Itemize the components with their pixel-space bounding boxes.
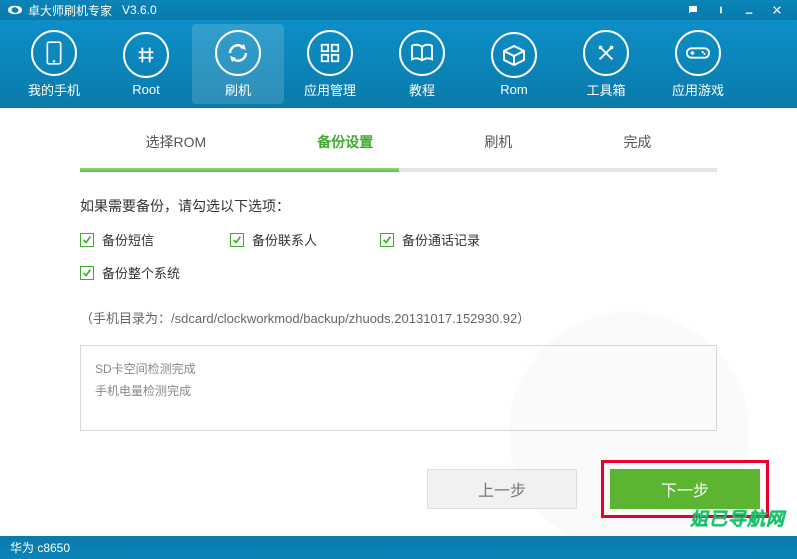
checkbox-backup-system[interactable]: 备份整个系统	[80, 263, 717, 282]
wizard-steps: 选择ROM 备份设置 刷机 完成	[60, 126, 737, 158]
main-toolbar: 我的手机 Root 刷机 应用管理 教程 Rom 工具箱 应用游戏	[0, 20, 797, 108]
tool-flash[interactable]: 刷机	[192, 24, 284, 104]
content-area: 选择ROM 备份设置 刷机 完成 如果需要备份，请勾选以下选项： 备份短信 备份…	[0, 108, 797, 536]
box-icon	[491, 32, 537, 78]
tool-label: 应用管理	[304, 80, 356, 99]
tool-root[interactable]: Root	[100, 24, 192, 104]
app-logo-icon	[8, 3, 22, 17]
tool-games[interactable]: 应用游戏	[652, 24, 744, 104]
tool-toolbox[interactable]: 工具箱	[560, 24, 652, 104]
wizard-progress	[80, 168, 717, 172]
step-backup-settings: 备份设置	[305, 126, 385, 158]
statusbar: 华为 c8650	[0, 536, 797, 559]
checkbox-label: 备份短信	[102, 230, 154, 249]
hash-icon	[123, 32, 169, 78]
gamepad-icon	[675, 30, 721, 76]
checkbox-label: 备份联系人	[252, 230, 317, 249]
backup-instruction: 如果需要备份，请勾选以下选项：	[80, 196, 717, 216]
log-line: SD卡空间检测完成	[95, 358, 702, 380]
tools-icon	[583, 30, 629, 76]
minimize-icon[interactable]	[737, 2, 761, 18]
checkbox-backup-calllog[interactable]: 备份通话记录	[380, 230, 530, 249]
status-log: SD卡空间检测完成 手机电量检测完成	[80, 345, 717, 431]
check-icon	[80, 233, 94, 247]
log-line: 手机电量检测完成	[95, 380, 702, 402]
prev-button[interactable]: 上一步	[427, 469, 577, 509]
titlebar: 卓大师刷机专家 V3.6.0	[0, 0, 797, 20]
wizard-buttons: 上一步 下一步	[427, 460, 769, 518]
checkbox-label: 备份整个系统	[102, 263, 180, 282]
checkbox-backup-contacts[interactable]: 备份联系人	[230, 230, 380, 249]
checkbox-label: 备份通话记录	[402, 230, 480, 249]
feedback-icon[interactable]	[681, 2, 705, 18]
tool-label: 刷机	[225, 80, 251, 99]
check-icon	[380, 233, 394, 247]
book-icon	[399, 30, 445, 76]
step-flash: 刷机	[472, 126, 524, 158]
app-title: 卓大师刷机专家	[28, 2, 112, 19]
tool-label: Root	[132, 82, 159, 97]
grid-icon	[307, 30, 353, 76]
tool-label: 应用游戏	[672, 80, 724, 99]
tool-apps[interactable]: 应用管理	[284, 24, 376, 104]
device-model: 华为 c8650	[10, 539, 70, 556]
tool-label: Rom	[500, 82, 527, 97]
refresh-icon	[215, 30, 261, 76]
next-button-highlight: 下一步	[601, 460, 769, 518]
step-select-rom: 选择ROM	[134, 126, 219, 158]
check-icon	[80, 266, 94, 280]
checkbox-backup-sms[interactable]: 备份短信	[80, 230, 230, 249]
next-button[interactable]: 下一步	[610, 469, 760, 509]
tool-label: 教程	[409, 80, 435, 99]
step-done: 完成	[611, 126, 663, 158]
backup-options: 备份短信 备份联系人 备份通话记录 备份整个系统	[80, 230, 717, 296]
tool-tutorial[interactable]: 教程	[376, 24, 468, 104]
app-version: V3.6.0	[122, 3, 157, 17]
tool-label: 工具箱	[586, 80, 625, 99]
phone-icon	[31, 30, 77, 76]
tool-myphone[interactable]: 我的手机	[8, 24, 100, 104]
info-icon[interactable]	[709, 2, 733, 18]
close-icon[interactable]	[765, 2, 789, 18]
tool-label: 我的手机	[28, 80, 80, 99]
check-icon	[230, 233, 244, 247]
backup-path-note: （手机目录为：/sdcard/clockworkmod/backup/zhuod…	[80, 308, 717, 327]
tool-rom[interactable]: Rom	[468, 24, 560, 104]
